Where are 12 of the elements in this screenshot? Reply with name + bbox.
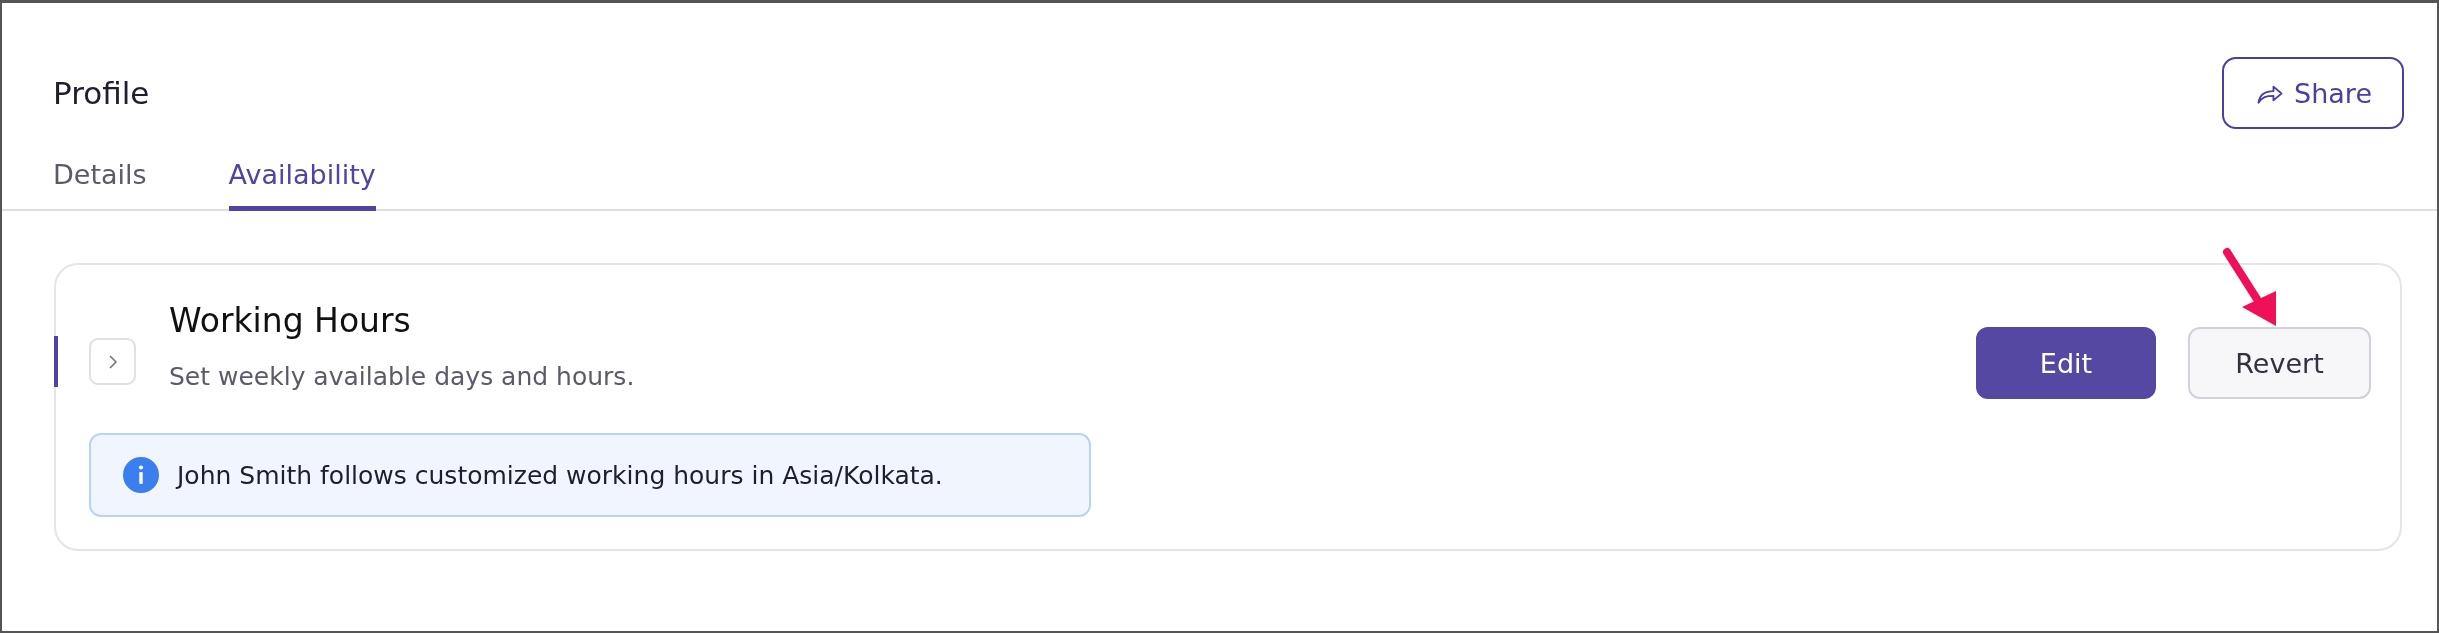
revert-button[interactable]: Revert (2188, 327, 2371, 399)
expand-button[interactable] (89, 338, 136, 385)
page-title: Profile (53, 75, 150, 111)
info-text: John Smith follows customized working hours in Asia/Kolkata. (177, 460, 943, 490)
tab[interactable]: Details (53, 159, 147, 211)
chevron-icon (106, 353, 119, 370)
tab[interactable]: Availability (228, 159, 376, 211)
edit-button[interactable]: Edit (1976, 327, 2156, 399)
section-title: Working Hours (169, 301, 412, 340)
section-description: Set weekly available days and hours. (169, 362, 636, 391)
info-icon (123, 457, 159, 493)
share-button[interactable]: Share (2222, 57, 2404, 129)
